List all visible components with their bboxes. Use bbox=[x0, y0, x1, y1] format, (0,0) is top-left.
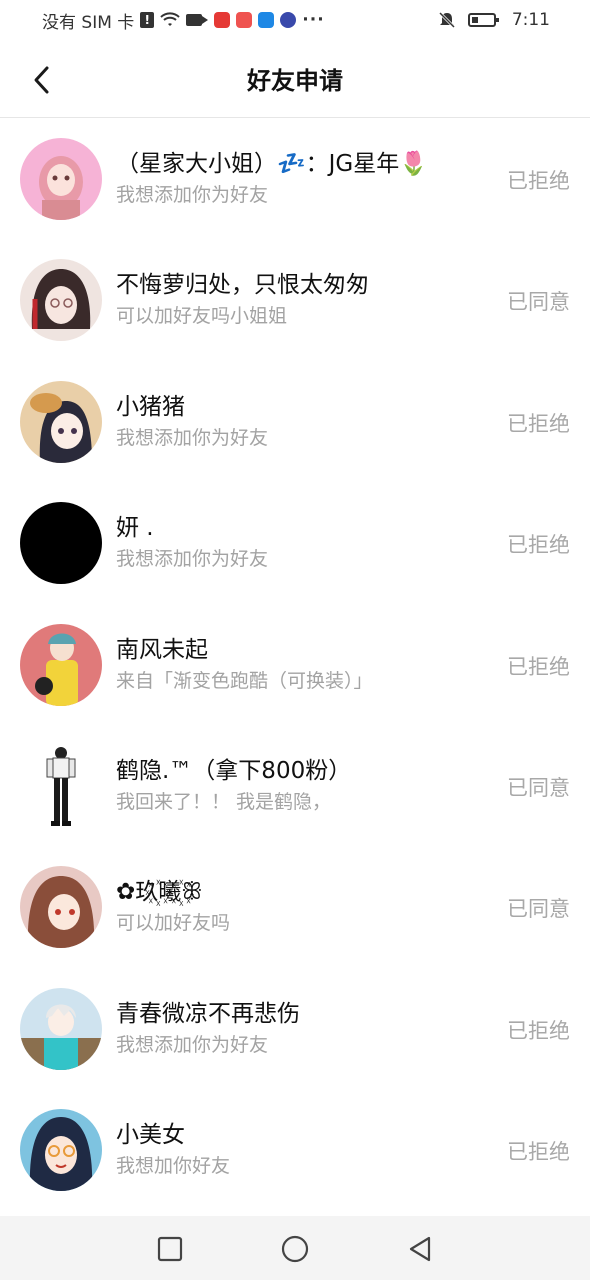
cloud-icon bbox=[258, 12, 275, 28]
more-icon: ··· bbox=[302, 10, 325, 30]
request-message: 我想添加你为好友 bbox=[116, 426, 269, 449]
request-status: 已拒绝 bbox=[507, 1018, 570, 1043]
system-nav-bar bbox=[0, 1216, 590, 1280]
clock: 7:11 bbox=[511, 10, 550, 30]
avatar[interactable] bbox=[20, 380, 102, 463]
friend-request-row[interactable]: ✿玖꙰曦꙰ꕥ 可以加好友吗 已同意 bbox=[0, 847, 590, 968]
avatar[interactable] bbox=[20, 866, 102, 949]
status-bar-left: 没有 SIM 卡 ! ··· bbox=[42, 8, 325, 33]
avatar[interactable] bbox=[20, 744, 102, 827]
home-icon[interactable] bbox=[280, 1234, 310, 1264]
avatar[interactable] bbox=[20, 138, 102, 220]
request-text: 南风未起 来自「渐变色跑酷（可换装）」 bbox=[116, 633, 486, 695]
request-status: 已拒绝 bbox=[507, 411, 570, 436]
friend-request-list: （星家大小姐）💤：JG星年🌷 我想添加你为好友 已拒绝 不悔萝归处，只恨太匆匆 … bbox=[0, 119, 590, 1212]
alert-icon: ! bbox=[140, 12, 155, 28]
wifi-icon bbox=[160, 12, 180, 26]
avatar[interactable] bbox=[20, 987, 102, 1070]
request-text: 妍 . 我想添加你为好友 bbox=[116, 511, 486, 573]
mute-bell-icon bbox=[438, 11, 455, 29]
requester-name: （星家大小姐）💤：JG星年🌷 bbox=[116, 151, 428, 177]
request-message: 可以加好友吗 bbox=[116, 912, 231, 935]
video-icon bbox=[186, 14, 209, 26]
music-icon bbox=[280, 12, 297, 28]
friend-request-row[interactable]: （星家大小姐）💤：JG星年🌷 我想添加你为好友 已拒绝 bbox=[0, 119, 590, 240]
request-text: 青春微凉不再悲伤 我想添加你为好友 bbox=[116, 997, 486, 1059]
battery-icon bbox=[467, 13, 499, 27]
request-text: ✿玖꙰曦꙰ꕥ 可以加好友吗 bbox=[116, 875, 486, 937]
avatar[interactable] bbox=[20, 623, 102, 706]
request-status: 已拒绝 bbox=[507, 169, 570, 193]
friend-request-row[interactable]: 鹤隐.™（拿下800粉） 我回来了！！ 我是鹤隐， 已同意 bbox=[0, 726, 590, 847]
back-button[interactable] bbox=[22, 60, 62, 100]
requester-name: 鹤隐.™（拿下800粉） bbox=[116, 757, 352, 784]
status-bar-right: 7:11 bbox=[438, 10, 550, 30]
avatar[interactable] bbox=[20, 502, 102, 585]
friend-request-row[interactable]: 妍 . 我想添加你为好友 已拒绝 bbox=[0, 483, 590, 604]
request-status: 已同意 bbox=[507, 290, 570, 315]
app-icon-red bbox=[214, 12, 231, 28]
request-message: 我回来了！！ 我是鹤隐， bbox=[116, 790, 332, 813]
friend-request-row[interactable]: 青春微凉不再悲伤 我想添加你为好友 已拒绝 bbox=[0, 969, 590, 1090]
request-status: 已拒绝 bbox=[507, 533, 570, 558]
friend-request-row[interactable]: 不悔萝归处，只恨太匆匆 可以加好友吗小姐姐 已同意 bbox=[0, 240, 590, 361]
friend-request-row[interactable]: 小美女 我想加你好友 已拒绝 bbox=[0, 1090, 590, 1211]
request-message: 我想添加你为好友 bbox=[116, 548, 269, 571]
request-text: （星家大小姐）💤：JG星年🌷 我想添加你为好友 bbox=[116, 147, 486, 209]
chevron-left-icon bbox=[34, 66, 49, 94]
request-message: 可以加好友吗小姐姐 bbox=[116, 305, 288, 328]
requester-name: ✿玖꙰曦꙰ꕥ bbox=[116, 879, 203, 906]
app-icon-red2 bbox=[236, 12, 253, 28]
request-message: 我想添加你为好友 bbox=[116, 1033, 269, 1056]
request-message: 我想加你好友 bbox=[116, 1155, 231, 1178]
carrier-label: 没有 SIM 卡 bbox=[42, 12, 135, 33]
request-status: 已拒绝 bbox=[507, 654, 570, 679]
friend-request-row[interactable]: 小猪猪 我想添加你为好友 已拒绝 bbox=[0, 362, 590, 483]
request-status: 已拒绝 bbox=[507, 1140, 570, 1165]
avatar[interactable] bbox=[20, 1109, 102, 1192]
request-text: 小美女 我想加你好友 bbox=[116, 1118, 486, 1180]
request-text: 不悔萝归处，只恨太匆匆 可以加好友吗小姐姐 bbox=[116, 268, 486, 330]
requester-name: 青春微凉不再悲伤 bbox=[116, 1000, 300, 1027]
header: 好友申请 bbox=[0, 40, 590, 118]
friend-request-row[interactable]: 南风未起 来自「渐变色跑酷（可换装）」 已拒绝 bbox=[0, 605, 590, 726]
status-bar: 没有 SIM 卡 ! ··· 7:11 bbox=[0, 0, 590, 40]
request-status: 已同意 bbox=[507, 775, 570, 800]
request-text: 小猪猪 我想添加你为好友 bbox=[116, 390, 486, 452]
request-message: 我想添加你为好友 bbox=[116, 184, 269, 206]
requester-name: 小猪猪 bbox=[116, 393, 185, 420]
request-message: 来自「渐变色跑酷（可换装）」 bbox=[116, 669, 373, 692]
avatar[interactable] bbox=[20, 259, 102, 342]
requester-name: 南风未起 bbox=[116, 636, 208, 663]
request-status: 已同意 bbox=[507, 897, 570, 922]
requester-name: 小美女 bbox=[116, 1122, 185, 1149]
requester-name: 妍 . bbox=[116, 515, 154, 542]
page-title: 好友申请 bbox=[247, 67, 343, 95]
recent-apps-icon[interactable] bbox=[155, 1234, 185, 1264]
back-triangle-icon[interactable] bbox=[405, 1234, 435, 1264]
request-text: 鹤隐.™（拿下800粉） 我回来了！！ 我是鹤隐， bbox=[116, 754, 486, 816]
requester-name: 不悔萝归处，只恨太匆匆 bbox=[116, 272, 369, 299]
